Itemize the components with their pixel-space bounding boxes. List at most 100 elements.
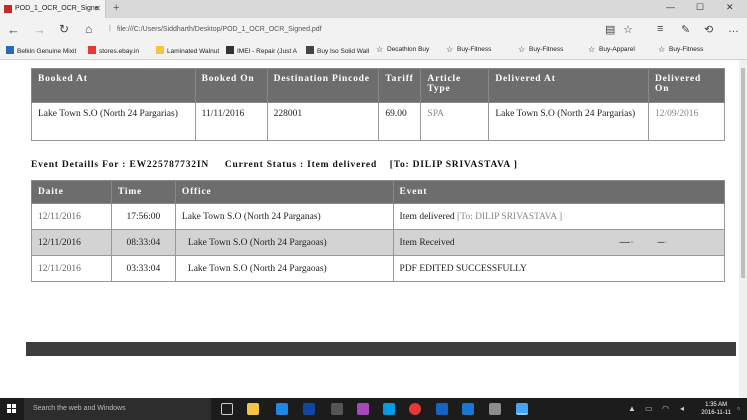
- task-view-icon[interactable]: [221, 403, 233, 415]
- hub-icon[interactable]: ≡: [657, 23, 663, 35]
- event-description: Item Received ▬▬▬ ▪▪ ▬▬ ▪: [392, 229, 726, 256]
- column-header: Booked At: [31, 68, 196, 103]
- table-cell: SPA: [420, 102, 490, 141]
- clock-time: 1:35 AM: [705, 402, 728, 408]
- column-header: Booked On: [194, 68, 268, 103]
- table-cell: Lake Town S.O (North 24 Pargarias): [31, 102, 196, 141]
- event-time: 03:33:04: [110, 255, 176, 282]
- vertical-scrollbar[interactable]: [739, 60, 747, 398]
- favorite-item[interactable]: ☆ Buy-Fitness: [658, 46, 703, 54]
- column-header: Event: [392, 180, 726, 204]
- event-office: Lake Town S.O (North 24 Pargaoas): [174, 229, 394, 256]
- favorite-item[interactable]: ☆ Buy-Apparel: [588, 46, 635, 54]
- new-tab-icon[interactable]: +: [113, 2, 119, 14]
- address-bar[interactable]: | file:///C:/Users/Siddharth/Desktop/POD…: [109, 23, 597, 38]
- clock-date: 2016-11-11: [701, 410, 731, 416]
- folder-icon: [156, 46, 164, 54]
- column-header: Article Type: [420, 68, 490, 103]
- wifi-icon[interactable]: ◠: [662, 404, 669, 413]
- column-header: Office: [174, 180, 394, 204]
- ebay-icon: [88, 46, 96, 54]
- table-cell: 12/09/2016: [648, 102, 725, 141]
- event-date: 12/11/2016: [31, 203, 112, 230]
- table-header-row: Daite Time Office Event: [31, 180, 726, 204]
- refresh-icon[interactable]: ↻: [59, 22, 69, 36]
- table-row: 12/11/2016 17:56:00 Lake Town S.O (North…: [31, 203, 726, 230]
- network-icon[interactable]: ▲: [628, 404, 636, 413]
- address-text: file:///C:/Users/Siddharth/Desktop/POD_1…: [117, 26, 322, 33]
- star-icon: ☆: [446, 45, 454, 54]
- onenote-icon[interactable]: [357, 403, 369, 415]
- edge-icon[interactable]: [276, 403, 288, 415]
- window-close-icon[interactable]: ✕: [726, 2, 734, 13]
- windows-taskbar: Search the web and Windows ▲ ▭ ◠ ◂ 1:35 …: [0, 398, 747, 420]
- photoshop-icon[interactable]: [303, 403, 315, 415]
- favorite-item[interactable]: IMEI - Repair (Just A: [226, 46, 297, 55]
- system-clock[interactable]: 1:35 AM 2016-11-11: [701, 401, 731, 417]
- favorite-item[interactable]: Belkin Genuine Mixit: [6, 46, 76, 55]
- event-time: 17:56:00: [110, 203, 176, 230]
- web-note-icon[interactable]: ✎: [681, 23, 690, 36]
- favorite-item[interactable]: stores.ebay.in: [88, 46, 139, 55]
- notification-icon[interactable]: ▫: [737, 404, 740, 413]
- favorite-item[interactable]: ☆ Buy-Fitness: [518, 46, 563, 54]
- back-icon[interactable]: ←: [7, 22, 20, 37]
- app-icon[interactable]: [462, 403, 474, 415]
- windows-start-icon[interactable]: [7, 404, 17, 414]
- skype-icon[interactable]: [383, 403, 395, 415]
- pdf-viewer: Booked At Booked On Destination Pincode …: [0, 60, 747, 398]
- favorites-bar: Belkin Genuine Mixit stores.ebay.in Lami…: [0, 42, 747, 60]
- current-status: Item delivered: [307, 160, 378, 170]
- minimize-icon[interactable]: —: [666, 2, 675, 12]
- edge-active-icon[interactable]: [516, 403, 528, 415]
- browser-tab[interactable]: POD_1_OCR_OCR_Signe ✕: [0, 0, 106, 18]
- column-header: Tariff: [378, 68, 422, 103]
- pdf-icon: [4, 5, 12, 13]
- star-icon: ☆: [518, 45, 526, 54]
- favorite-item[interactable]: ☆ Buy-Fitness: [446, 46, 491, 54]
- favorite-item[interactable]: ☆ Decathlon Buy: [376, 46, 429, 54]
- app-icon[interactable]: [489, 403, 501, 415]
- close-tab-icon[interactable]: ✕: [94, 4, 101, 13]
- tab-bar: POD_1_OCR_OCR_Signe ✕ + — ☐ ✕: [0, 0, 747, 18]
- file-explorer-icon[interactable]: [247, 403, 259, 415]
- more-icon[interactable]: …: [728, 23, 739, 35]
- article-number: EW225787732IN: [129, 160, 209, 170]
- favorite-item[interactable]: Buy Iso Solid Wall: [306, 46, 369, 55]
- share-icon[interactable]: ⟲: [704, 23, 713, 36]
- volume-icon[interactable]: ◂: [680, 404, 684, 413]
- event-date: 12/11/2016: [31, 255, 112, 282]
- table-cell: 228001: [266, 102, 380, 141]
- navigation-bar: ← → ↻ ⌂ | file:///C:/Users/Siddharth/Des…: [0, 18, 747, 42]
- app-icon[interactable]: [331, 403, 343, 415]
- favorite-item[interactable]: Laminated Walnut: [156, 46, 219, 55]
- signature-mark: ▬▬ ▪: [657, 240, 667, 244]
- maximize-icon[interactable]: ☐: [696, 2, 704, 13]
- table-cell: 11/11/2016: [194, 102, 268, 141]
- event-description: Item delivered [To: DILIP SRIVASTAVA ]: [392, 203, 726, 230]
- column-header: Time: [110, 180, 176, 204]
- page-icon: [306, 46, 314, 54]
- favorite-star-icon[interactable]: ☆: [623, 23, 633, 36]
- tab-title: POD_1_OCR_OCR_Signe: [15, 5, 99, 12]
- events-table: Daite Time Office Event 12/11/2016 17:56…: [31, 180, 726, 282]
- scrollbar-thumb[interactable]: [741, 68, 745, 278]
- column-header: Delivered At: [488, 68, 649, 103]
- table-row: Lake Town S.O (North 24 Pargarias) 11/11…: [31, 102, 725, 141]
- battery-icon[interactable]: ▭: [645, 404, 653, 413]
- recipient: [To: DILIP SRIVASTAVA ]: [389, 160, 518, 170]
- booking-table: Booked At Booked On Destination Pincode …: [31, 68, 725, 141]
- word-icon[interactable]: [436, 403, 448, 415]
- home-icon[interactable]: ⌂: [85, 22, 92, 36]
- reading-view-icon[interactable]: ▤: [605, 23, 615, 36]
- forward-icon[interactable]: →: [33, 22, 46, 37]
- chrome-icon[interactable]: [409, 403, 421, 415]
- event-details-heading: Event Detaills For : EW225787732IN Curre…: [31, 160, 725, 176]
- page-gap: [26, 342, 736, 356]
- taskbar-search-input[interactable]: Search the web and Windows: [24, 398, 211, 420]
- column-header: Destination Pincode: [266, 68, 380, 103]
- page-icon: [226, 46, 234, 54]
- star-icon: ☆: [658, 45, 666, 54]
- event-description: PDF EDITED SUCCESSFULLY: [392, 255, 726, 282]
- column-header: Delivered On: [648, 68, 725, 103]
